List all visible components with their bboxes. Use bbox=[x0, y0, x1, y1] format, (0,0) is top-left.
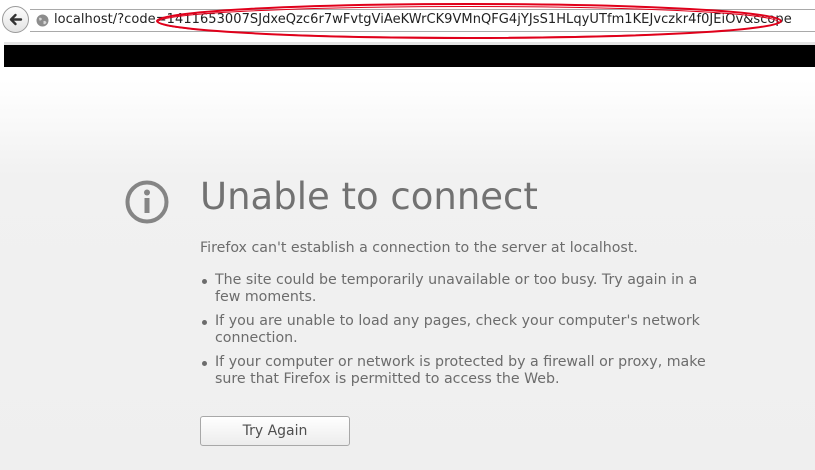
redaction-bar bbox=[4, 45, 815, 67]
try-again-button[interactable]: Try Again bbox=[200, 416, 350, 446]
list-item: If you are unable to load any pages, che… bbox=[200, 313, 720, 347]
error-suggestions: The site could be temporarily unavailabl… bbox=[200, 272, 720, 395]
info-icon bbox=[125, 180, 169, 224]
red-ellipse-annotation bbox=[156, 3, 782, 39]
back-button[interactable] bbox=[2, 6, 29, 33]
globe-icon bbox=[36, 14, 49, 27]
list-item: The site could be temporarily unavailabl… bbox=[200, 272, 720, 306]
browser-toolbar: localhost/?code=1411653007SJdxeQzc6r7wFv… bbox=[0, 0, 815, 44]
list-item: If your computer or network is protected… bbox=[200, 354, 720, 388]
back-arrow-icon bbox=[9, 13, 23, 26]
error-title: Unable to connect bbox=[200, 175, 538, 218]
error-summary: Firefox can't establish a connection to … bbox=[200, 240, 638, 256]
